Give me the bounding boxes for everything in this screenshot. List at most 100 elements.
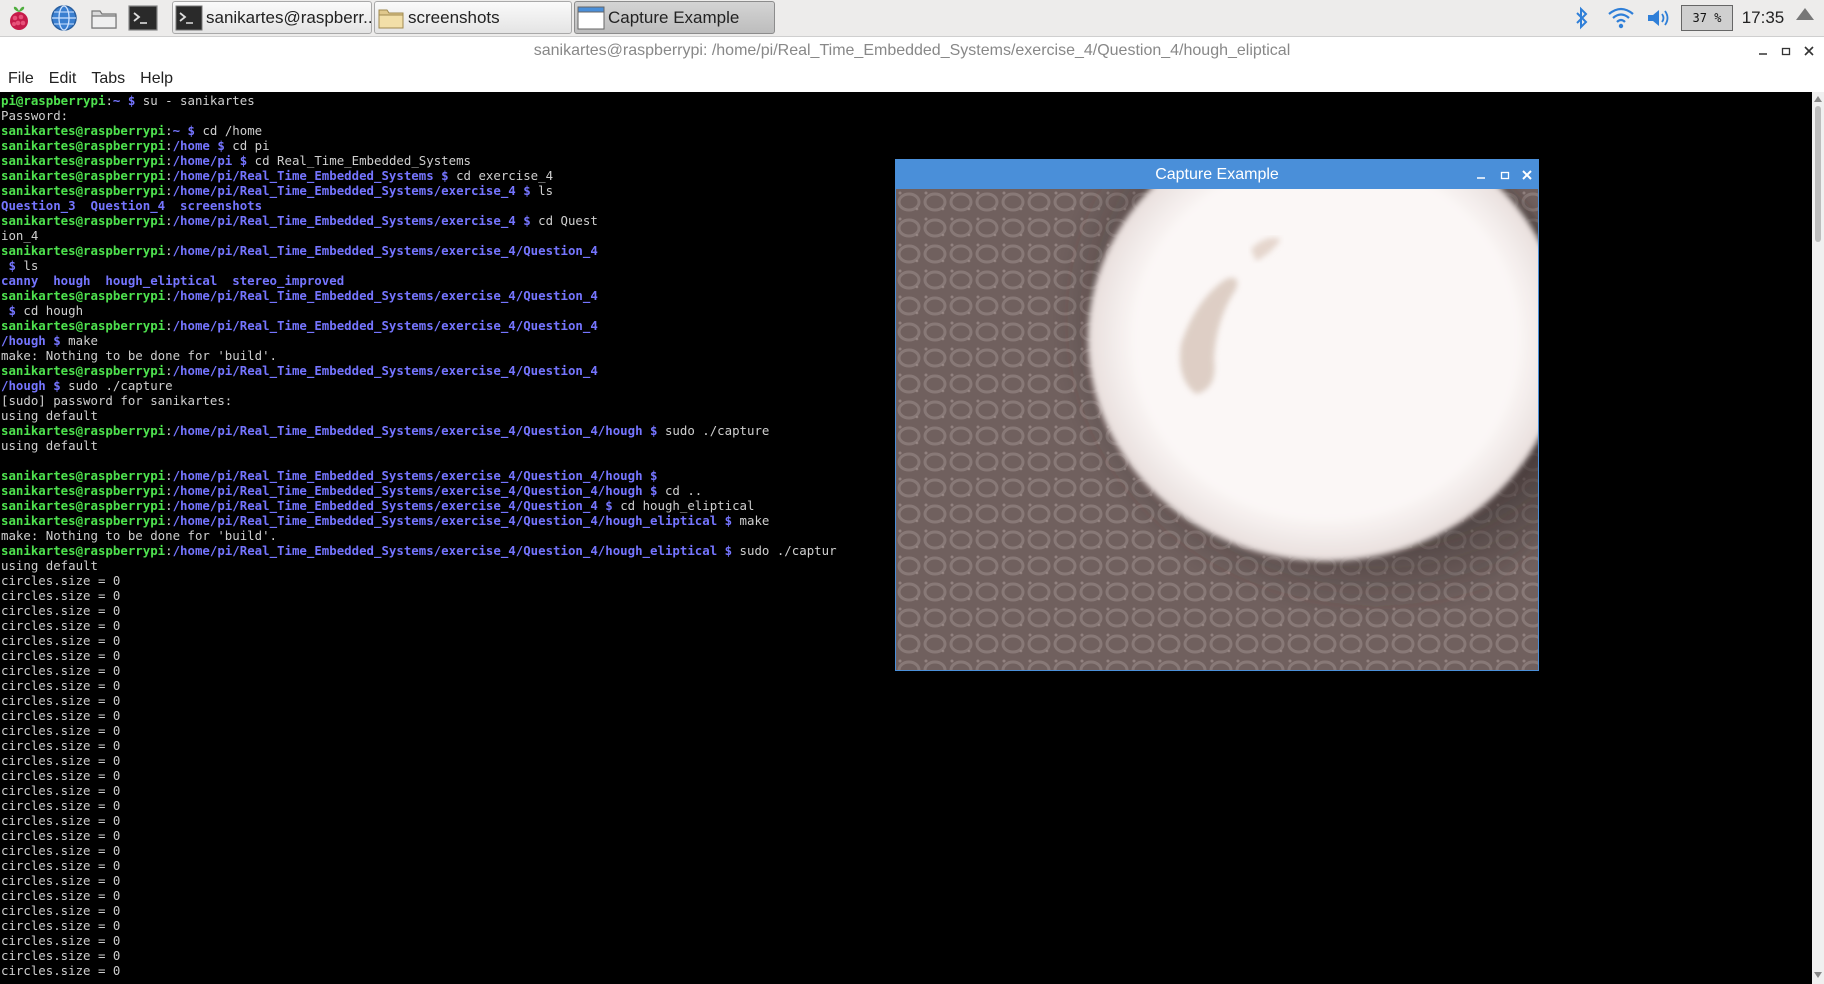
cpu-usage-monitor[interactable]: 37 % bbox=[1681, 5, 1733, 31]
terminal-titlebar[interactable]: sanikartes@raspberrypi: /home/pi/Real_Ti… bbox=[0, 37, 1824, 65]
raspberry-menu-icon[interactable] bbox=[4, 3, 34, 33]
terminal-text-segment: /home/pi/Real_Time_Embedded_Systems/exer… bbox=[172, 498, 613, 513]
terminal-text-segment: cd Real_Time_Embedded_Systems bbox=[247, 153, 471, 168]
scroll-down-arrow-icon[interactable] bbox=[1814, 972, 1822, 978]
terminal-line: circles.size = 0 bbox=[1, 798, 837, 813]
terminal-text-segment: circles.size = 0 bbox=[1, 723, 121, 738]
terminal-line: circles.size = 0 bbox=[1, 768, 837, 783]
terminal-text-segment: cd exercise_4 bbox=[448, 168, 554, 183]
terminal-text-segment: cd /home bbox=[194, 123, 263, 138]
scroll-up-arrow-icon[interactable] bbox=[1814, 96, 1822, 102]
terminal-text-segment: make: Nothing to be done for 'build'. bbox=[1, 528, 278, 543]
terminal-text-segment: sanikartes@raspberrypi bbox=[1, 153, 166, 168]
terminal-text-segment: circles.size = 0 bbox=[1, 843, 121, 858]
terminal-text-segment: cd hough_eliptical bbox=[612, 498, 755, 513]
terminal-text-segment: circles.size = 0 bbox=[1, 588, 121, 603]
maximize-icon[interactable] bbox=[1775, 37, 1797, 65]
capture-minimize-icon[interactable] bbox=[1470, 160, 1492, 189]
terminal-text-segment: circles.size = 0 bbox=[1, 798, 121, 813]
terminal-text-segment: cd .. bbox=[657, 483, 703, 498]
menu-file[interactable]: File bbox=[0, 70, 41, 88]
taskbar-capture-button[interactable]: Capture Example bbox=[574, 1, 775, 34]
taskbar-screenshots-button[interactable]: screenshots bbox=[374, 1, 572, 34]
menu-help[interactable]: Help bbox=[132, 70, 180, 88]
terminal-text-segment: su - sanikartes bbox=[135, 93, 255, 108]
terminal-line: sanikartes@raspberrypi:/home/pi/Real_Tim… bbox=[1, 513, 837, 528]
terminal-text-segment: /home/pi/Real_Time_Embedded_Systems/exer… bbox=[172, 213, 531, 228]
terminal-text-segment: /home $ bbox=[172, 138, 225, 153]
clock[interactable]: 17:35 bbox=[1738, 0, 1788, 36]
terminal-text-segment: [sudo] password for sanikartes: bbox=[1, 393, 233, 408]
terminal-line: /hough $ make bbox=[1, 333, 837, 348]
camera-frame-image bbox=[896, 189, 1538, 670]
terminal-line: pi@raspberrypi:~ $ su - sanikartes bbox=[1, 93, 837, 108]
terminal-text-segment: /home/pi/Real_Time_Embedded_Systems/exer… bbox=[172, 363, 598, 378]
minimize-icon[interactable] bbox=[1752, 37, 1774, 65]
taskbar-terminal-button[interactable]: sanikartes@raspberr... bbox=[172, 1, 372, 34]
terminal-text-segment: Password: bbox=[1, 108, 69, 123]
terminal-text-segment: ~ $ bbox=[172, 123, 195, 138]
capture-titlebar[interactable]: Capture Example bbox=[896, 160, 1538, 189]
terminal-line: circles.size = 0 bbox=[1, 858, 837, 873]
terminal-line: canny hough hough_eliptical stereo_impro… bbox=[1, 273, 837, 288]
terminal-line: circles.size = 0 bbox=[1, 603, 837, 618]
terminal-text-segment: circles.size = 0 bbox=[1, 933, 121, 948]
terminal-text-segment: : bbox=[165, 483, 173, 498]
terminal-text-segment: using default bbox=[1, 438, 98, 453]
terminal-line: sanikartes@raspberrypi:/home/pi/Real_Tim… bbox=[1, 213, 837, 228]
terminal-text-segment: cd hough bbox=[15, 303, 84, 318]
taskbar-capture-label: Capture Example bbox=[608, 7, 740, 27]
capture-example-window[interactable]: Capture Example bbox=[895, 159, 1539, 671]
terminal-line: circles.size = 0 bbox=[1, 663, 837, 678]
terminal-text-segment: : bbox=[165, 153, 173, 168]
terminal-text-segment: /home/pi/Real_Time_Embedded_Systems $ bbox=[172, 168, 449, 183]
terminal-text-segment: : bbox=[105, 93, 113, 108]
terminal-text-segment: circles.size = 0 bbox=[1, 678, 121, 693]
terminal-text-segment: circles.size = 0 bbox=[1, 738, 121, 753]
close-icon[interactable] bbox=[1798, 37, 1820, 65]
volume-icon[interactable] bbox=[1644, 0, 1674, 36]
terminal-text-segment: /home/pi/Real_Time_Embedded_Systems/exer… bbox=[172, 318, 598, 333]
capture-close-icon[interactable] bbox=[1516, 160, 1538, 189]
terminal-text-segment: pi@raspberrypi bbox=[1, 93, 106, 108]
terminal-text-segment: circles.size = 0 bbox=[1, 753, 121, 768]
menu-tabs[interactable]: Tabs bbox=[83, 70, 132, 88]
terminal-text-segment: ls bbox=[15, 258, 39, 273]
terminal-text-segment: sanikartes@raspberrypi bbox=[1, 168, 166, 183]
terminal-text-segment: circles.size = 0 bbox=[1, 783, 121, 798]
capture-maximize-icon[interactable] bbox=[1494, 160, 1516, 189]
folder-icon bbox=[378, 9, 404, 28]
terminal-text-segment: canny hough hough_eliptical stereo_impro… bbox=[1, 273, 345, 288]
terminal-text-segment: make bbox=[732, 513, 770, 528]
bluetooth-icon[interactable] bbox=[1570, 0, 1594, 36]
terminal-line: circles.size = 0 bbox=[1, 813, 837, 828]
web-browser-icon[interactable] bbox=[49, 3, 79, 33]
scrollbar-thumb[interactable] bbox=[1815, 106, 1821, 242]
terminal-line: circles.size = 0 bbox=[1, 633, 837, 648]
terminal-text-segment: /home/pi $ bbox=[172, 153, 248, 168]
terminal-line: using default bbox=[1, 438, 837, 453]
terminal-line: circles.size = 0 bbox=[1, 648, 837, 663]
terminal-text-segment: sanikartes@raspberrypi bbox=[1, 243, 166, 258]
terminal-text-segment: circles.size = 0 bbox=[1, 603, 121, 618]
terminal-text-segment: circles.size = 0 bbox=[1, 858, 121, 873]
terminal-text-segment: circles.size = 0 bbox=[1, 873, 121, 888]
eject-icon[interactable] bbox=[1796, 8, 1814, 20]
terminal-line: make: Nothing to be done for 'build'. bbox=[1, 528, 837, 543]
terminal-text-segment: $ bbox=[1, 303, 16, 318]
terminal-line: sanikartes@raspberrypi:~ $ cd /home bbox=[1, 123, 837, 138]
terminal-line: circles.size = 0 bbox=[1, 618, 837, 633]
terminal-text-segment: circles.size = 0 bbox=[1, 963, 121, 978]
menu-edit[interactable]: Edit bbox=[41, 70, 84, 88]
file-manager-icon[interactable] bbox=[89, 3, 119, 33]
terminal-text-segment: sanikartes@raspberrypi bbox=[1, 183, 166, 198]
terminal-launcher-icon[interactable] bbox=[128, 3, 158, 33]
terminal-text-segment: : bbox=[165, 513, 173, 528]
terminal-text-segment: : bbox=[165, 288, 173, 303]
terminal-line: circles.size = 0 bbox=[1, 783, 837, 798]
terminal-line: using default bbox=[1, 558, 837, 573]
terminal-text-segment: ~ $ bbox=[112, 93, 136, 108]
terminal-text-segment: /home/pi/Real_Time_Embedded_Systems/exer… bbox=[172, 543, 733, 558]
terminal-scrollbar[interactable] bbox=[1812, 92, 1824, 984]
wifi-icon[interactable] bbox=[1606, 0, 1636, 36]
